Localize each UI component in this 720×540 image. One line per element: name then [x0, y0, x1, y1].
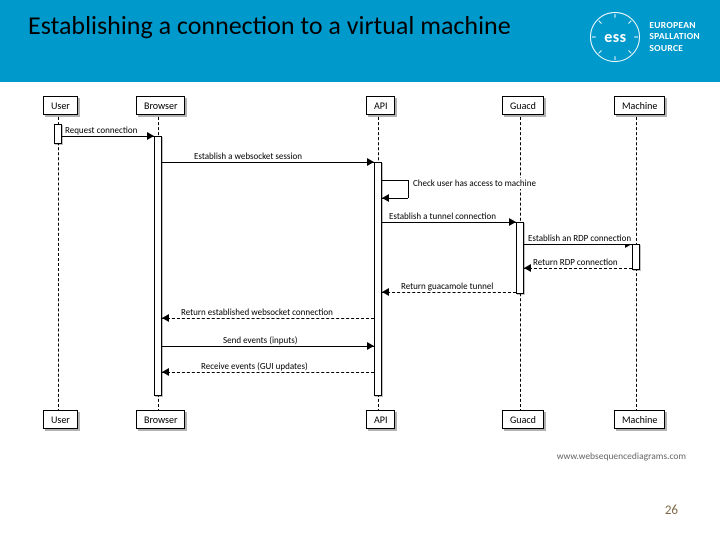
activation-api [374, 162, 382, 396]
actor-machine-top: Machine [614, 96, 665, 115]
arrow-tunnel [382, 222, 516, 223]
page-number: 26 [665, 503, 678, 518]
msg-request-connection: Request connection [64, 125, 138, 136]
msg-establish-rdp: Establish an RDP connection [527, 233, 632, 244]
actor-browser-top: Browser [136, 96, 185, 115]
arrow-request-connection [62, 136, 154, 137]
arrowhead-icon [367, 158, 374, 166]
header-bar: Establishing a connection to a virtual m… [0, 0, 720, 82]
slide: Establishing a connection to a virtual m… [0, 0, 720, 540]
page-title: Establishing a connection to a virtual m… [28, 11, 511, 41]
arrowhead-icon [382, 194, 389, 202]
logo-line-2: SPALLATION [649, 31, 700, 42]
ess-logo-circle-icon: ess [590, 12, 640, 62]
lifeline-user [58, 112, 59, 412]
watermark-text: www.websequencediagrams.com [557, 450, 686, 462]
msg-check-access: Check user has access to machine [412, 178, 537, 189]
self-side [408, 180, 409, 198]
sequence-diagram: User Browser API Guacd Machine User Brow… [28, 94, 688, 454]
actor-guacd-bottom: Guacd [502, 410, 544, 429]
msg-return-ws: Return established websocket connection [180, 307, 334, 318]
arrowhead-icon [509, 218, 516, 226]
arrow-receive-events [162, 372, 374, 373]
activation-browser [154, 136, 162, 396]
logo-wordmark: EUROPEAN SPALLATION SOURCE [649, 20, 700, 54]
logo-line-3: SOURCE [649, 43, 700, 54]
activation-machine [632, 244, 640, 270]
self-top [382, 180, 408, 181]
arrowhead-icon [147, 132, 154, 140]
brand-logo: ess EUROPEAN SPALLATION SOURCE [590, 12, 700, 62]
arrow-send-events [162, 346, 374, 347]
actor-machine-bottom: Machine [614, 410, 665, 429]
arrow-rdp [524, 244, 632, 245]
logo-ticks-icon [591, 13, 639, 61]
activation-guacd [516, 222, 524, 294]
actor-user-bottom: User [43, 410, 78, 429]
arrow-return-rdp [524, 268, 632, 269]
msg-establish-websocket: Establish a websocket session [193, 151, 303, 162]
arrowhead-icon [367, 342, 374, 350]
actor-api-bottom: API [366, 410, 395, 429]
arrowhead-icon [382, 288, 389, 296]
arrow-return-ws [162, 318, 374, 319]
arrowhead-icon [162, 314, 169, 322]
msg-send-events: Send events (inputs) [222, 335, 298, 346]
msg-return-rdp: Return RDP connection [532, 257, 619, 268]
arrow-establish-websocket [162, 162, 374, 163]
arrowhead-icon [162, 368, 169, 376]
arrow-return-tunnel [382, 292, 516, 293]
arrowhead-icon [524, 264, 531, 272]
activation-user [54, 124, 62, 144]
msg-receive-events: Receive events (GUI updates) [200, 361, 309, 372]
actor-user-top: User [43, 96, 78, 115]
msg-tunnel: Establish a tunnel connection [388, 211, 497, 222]
actor-guacd-top: Guacd [502, 96, 544, 115]
actor-api-top: API [366, 96, 395, 115]
actor-browser-bottom: Browser [136, 410, 185, 429]
msg-return-tunnel: Return guacamole tunnel [400, 281, 494, 292]
